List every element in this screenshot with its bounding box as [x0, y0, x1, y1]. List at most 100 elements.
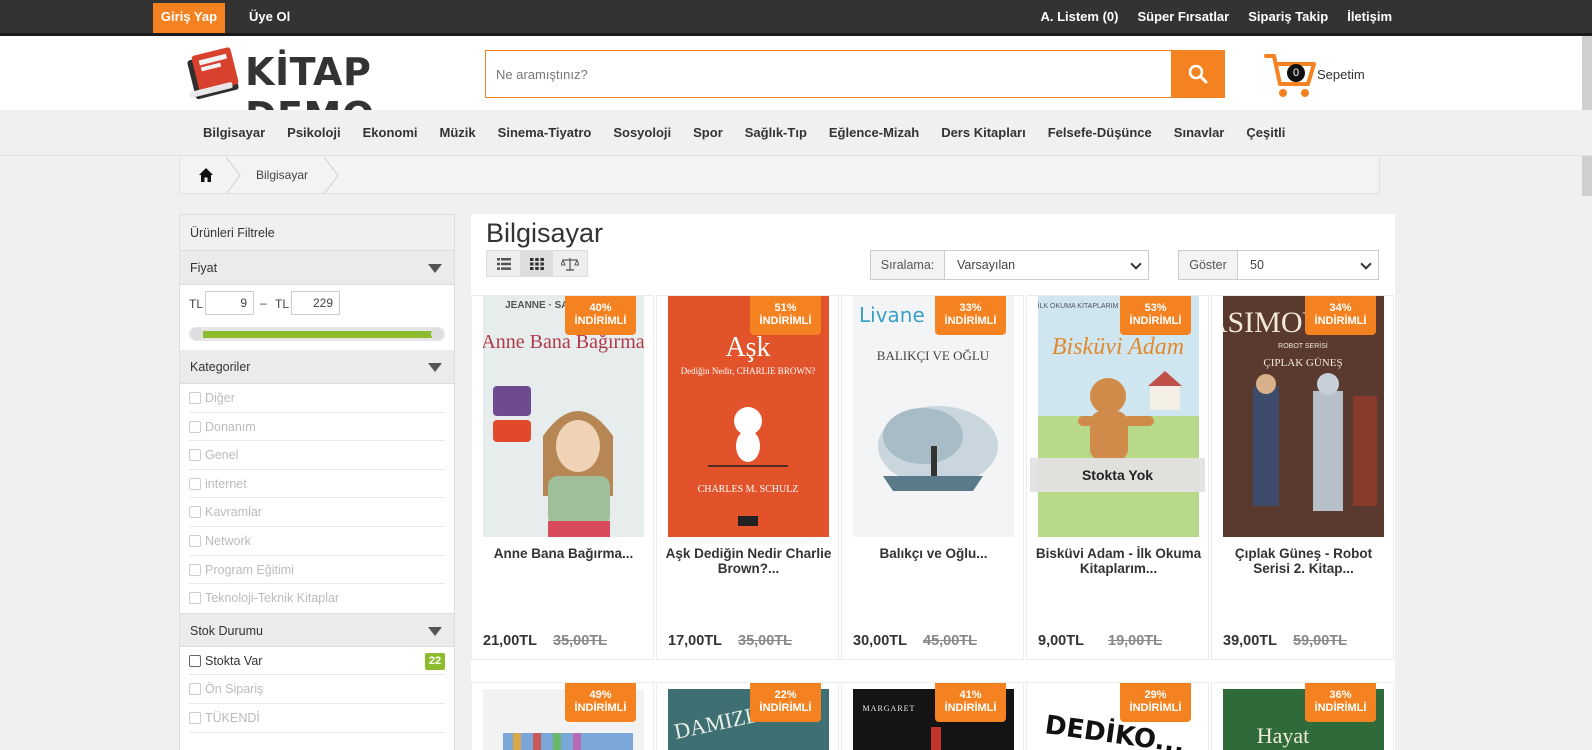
product-card[interactable]: Aşk Dediğin Nedir, CHARLIE BROWN? CHARLE…	[656, 295, 839, 660]
nav-item-eglence-mizah[interactable]: Eğlence-Mizah	[829, 110, 919, 156]
grid-view-icon	[529, 257, 544, 270]
stock-filter-item[interactable]: Stokta Var 22	[189, 647, 445, 676]
product-card[interactable]: MARGARET 41% İNDİRİMLİ	[841, 682, 1024, 750]
product-card[interactable]: 49% İNDİRİMLİ	[471, 682, 654, 750]
checkbox[interactable]	[189, 683, 201, 696]
category-filter-item[interactable]: internet	[189, 470, 445, 499]
product-card[interactable]: DEDİKO... 29% İNDİRİMLİ	[1026, 682, 1209, 750]
price-filter-label: Fiyat	[190, 261, 218, 275]
cover-title-text: Bisküvi Adam	[1052, 334, 1184, 360]
product-card[interactable]: JEANNE · SANDRA TE... Anne Bana Bağırma …	[471, 295, 654, 660]
slider-max-handle[interactable]	[431, 328, 443, 340]
checkbox[interactable]	[189, 592, 201, 605]
product-name[interactable]: Anne Bana Bağırma...	[480, 546, 647, 561]
site-logo[interactable]: KİTAP DEMO	[185, 42, 460, 138]
nav-item-ekonomi[interactable]: Ekonomi	[363, 110, 418, 156]
product-card[interactable]: Hayat 36% İNDİRİMLİ	[1211, 682, 1394, 750]
nav-item-spor[interactable]: Spor	[693, 110, 723, 156]
cover-title-text: Hayat	[1257, 723, 1310, 748]
list-view-button[interactable]	[487, 251, 520, 276]
slider-min-handle[interactable]	[191, 328, 203, 340]
category-nav: Bilgisayar Psikoloji Ekonomi Müzik Sinem…	[0, 110, 1592, 156]
price-range-slider[interactable]	[189, 327, 445, 341]
category-label: internet	[205, 476, 247, 491]
category-filter-item[interactable]: Kavramlar	[189, 498, 445, 527]
nav-item-bilgisayar[interactable]: Bilgisayar	[203, 110, 265, 156]
category-filter-item[interactable]: Diğer	[189, 384, 445, 413]
checkbox[interactable]	[189, 711, 201, 724]
sort-select[interactable]: Sıralama: Varsayılan	[870, 250, 1149, 280]
nav-item-saglik-tip[interactable]: Sağlık-Tıp	[745, 110, 807, 156]
discount-badge: 51% İNDİRİMLİ	[750, 296, 821, 335]
product-price: 17,00TL	[668, 633, 722, 649]
filter-title: Ürünleri Filtrele	[180, 215, 454, 251]
product-name[interactable]: Aşk Dediğin Nedir Charlie Brown?...	[665, 546, 832, 576]
stock-filter-header[interactable]: Stok Durumu	[180, 612, 454, 647]
nav-item-muzik[interactable]: Müzik	[440, 110, 476, 156]
cart-count-badge: 0	[1287, 64, 1305, 82]
product-card[interactable]: İLK OKUMA KİTAPLARIM Bisküvi Adam 53% İND…	[1026, 295, 1209, 660]
sort-value[interactable]: Varsayılan	[945, 251, 1148, 279]
category-filter-item[interactable]: Teknoloji-Teknik Kitaplar	[189, 584, 445, 613]
cover-subtitle-text: ÇIPLAK GÜNEŞ	[1263, 357, 1342, 369]
cover-author-text: Livane	[859, 303, 925, 327]
product-name[interactable]: Çıplak Güneş - Robot Serisi 2. Kitap...	[1220, 546, 1387, 576]
stock-filter-item[interactable]: Ön Sipariş	[189, 675, 445, 704]
checkbox[interactable]	[189, 392, 201, 404]
checkbox[interactable]	[189, 534, 201, 547]
search-button[interactable]	[1171, 51, 1224, 97]
wishlist-link[interactable]: A. Listem (0)	[1040, 3, 1118, 31]
grid-view-button[interactable]	[520, 251, 553, 276]
product-card[interactable]: ASIMOV ROBOT SERİSİ ÇIPLAK GÜNEŞ 34%İNDİ…	[1211, 295, 1394, 660]
category-filter-item[interactable]: Genel	[189, 441, 445, 470]
category-filter-header[interactable]: Kategoriler	[180, 350, 454, 384]
nav-item-sinavlar[interactable]: Sınavlar	[1174, 110, 1225, 156]
category-label: Teknoloji-Teknik Kitaplar	[205, 591, 340, 606]
caret-down-icon	[428, 264, 442, 273]
nav-item-sosyoloji[interactable]: Sosyoloji	[613, 110, 671, 156]
nav-item-psikoloji[interactable]: Psikoloji	[287, 110, 340, 156]
checkbox[interactable]	[189, 654, 201, 667]
product-name[interactable]: Balıkçı ve Oğlu...	[850, 546, 1017, 561]
discount-badge: 29% İNDİRİMLİ	[1120, 683, 1191, 722]
stock-filter-item[interactable]: TÜKENDİ	[189, 704, 445, 733]
home-icon[interactable]	[198, 167, 214, 183]
breadcrumb-current[interactable]: Bilgisayar	[256, 168, 308, 182]
signup-link[interactable]: Üye Ol	[249, 3, 290, 31]
discount-badge: 36% İNDİRİMLİ	[1305, 683, 1376, 722]
nav-item-sinema-tiyatro[interactable]: Sinema-Tiyatro	[498, 110, 592, 156]
nav-item-cesitli[interactable]: Çeşitli	[1246, 110, 1285, 156]
category-label: Genel	[205, 448, 239, 463]
checkbox[interactable]	[189, 506, 201, 519]
contact-link[interactable]: İletişim	[1347, 3, 1392, 31]
category-filter-item[interactable]: Network	[189, 527, 445, 556]
category-filter-item[interactable]: Donanım	[189, 413, 445, 442]
product-name[interactable]: Bisküvi Adam - İlk Okuma Kitaplarım...	[1035, 546, 1202, 576]
checkbox[interactable]	[189, 449, 201, 462]
price-max-input[interactable]: 229	[291, 291, 340, 315]
order-tracking-link[interactable]: Sipariş Takip	[1248, 3, 1328, 31]
page-size-value[interactable]: 50	[1238, 251, 1378, 279]
product-card[interactable]: Livane BALIKÇI VE OĞLU 33% İNDİRİMLİ Balı…	[841, 295, 1024, 660]
page-size-select[interactable]: Göster 50	[1178, 250, 1379, 280]
cart-button[interactable]: 0 Sepetim	[1264, 50, 1374, 100]
nav-item-felsefe-dusunce[interactable]: Felsefe-Düşünce	[1048, 110, 1152, 156]
price-filter-header[interactable]: Fiyat	[180, 251, 454, 285]
product-old-price: 19,00TL	[1108, 633, 1162, 649]
price-range-fill	[203, 331, 432, 338]
checkbox[interactable]	[189, 420, 201, 433]
stock-label: Ön Sipariş	[205, 682, 264, 697]
search-input[interactable]	[486, 51, 1170, 97]
cover-author-text: İLK OKUMA KİTAPLARIM	[1038, 301, 1119, 310]
product-old-price: 35,00TL	[553, 633, 607, 649]
discount-badge: 41% İNDİRİMLİ	[935, 683, 1006, 722]
nav-item-ders-kitaplari[interactable]: Ders Kitapları	[941, 110, 1026, 156]
compare-button[interactable]	[553, 251, 586, 276]
checkbox[interactable]	[189, 563, 201, 576]
super-deals-link[interactable]: Süper Fırsatlar	[1137, 3, 1229, 31]
product-card[interactable]: DAMIZL... 22% İNDİRİMLİ	[656, 682, 839, 750]
login-button[interactable]: Giriş Yap	[153, 3, 225, 33]
category-filter-item[interactable]: Program Eğitimi	[189, 556, 445, 585]
price-min-input[interactable]: 9	[205, 291, 254, 315]
checkbox[interactable]	[189, 477, 201, 490]
